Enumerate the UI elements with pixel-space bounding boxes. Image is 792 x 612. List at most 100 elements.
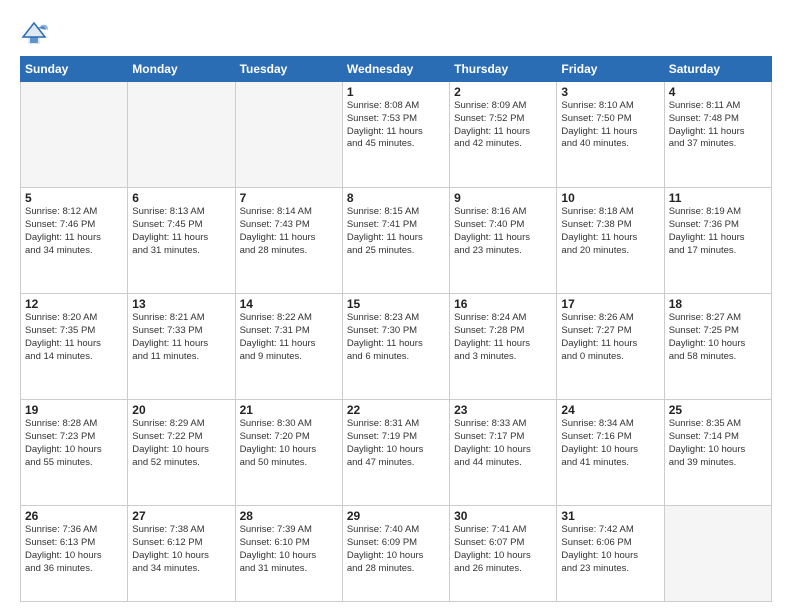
calendar-day-3: 3Sunrise: 8:10 AM Sunset: 7:50 PM Daylig… [557,82,664,188]
calendar-day-25: 25Sunrise: 8:35 AM Sunset: 7:14 PM Dayli… [664,400,771,506]
day-info: Sunrise: 8:27 AM Sunset: 7:25 PM Dayligh… [669,312,767,363]
weekday-header-sunday: Sunday [21,57,128,82]
calendar-day-5: 5Sunrise: 8:12 AM Sunset: 7:46 PM Daylig… [21,188,128,294]
day-info: Sunrise: 8:22 AM Sunset: 7:31 PM Dayligh… [240,312,338,363]
day-number: 1 [347,85,445,99]
calendar-day-14: 14Sunrise: 8:22 AM Sunset: 7:31 PM Dayli… [235,294,342,400]
day-number: 24 [561,403,659,417]
day-info: Sunrise: 7:41 AM Sunset: 6:07 PM Dayligh… [454,524,552,575]
day-info: Sunrise: 8:34 AM Sunset: 7:16 PM Dayligh… [561,418,659,469]
day-number: 4 [669,85,767,99]
weekday-header-thursday: Thursday [450,57,557,82]
calendar-day-28: 28Sunrise: 7:39 AM Sunset: 6:10 PM Dayli… [235,506,342,602]
day-info: Sunrise: 8:19 AM Sunset: 7:36 PM Dayligh… [669,206,767,257]
calendar-table: SundayMondayTuesdayWednesdayThursdayFrid… [20,56,772,602]
calendar-day-29: 29Sunrise: 7:40 AM Sunset: 6:09 PM Dayli… [342,506,449,602]
calendar-week-row: 19Sunrise: 8:28 AM Sunset: 7:23 PM Dayli… [21,400,772,506]
weekday-header-saturday: Saturday [664,57,771,82]
day-number: 13 [132,297,230,311]
calendar-empty [128,82,235,188]
day-info: Sunrise: 8:18 AM Sunset: 7:38 PM Dayligh… [561,206,659,257]
day-number: 16 [454,297,552,311]
day-info: Sunrise: 8:26 AM Sunset: 7:27 PM Dayligh… [561,312,659,363]
day-number: 28 [240,509,338,523]
calendar-day-11: 11Sunrise: 8:19 AM Sunset: 7:36 PM Dayli… [664,188,771,294]
day-info: Sunrise: 8:10 AM Sunset: 7:50 PM Dayligh… [561,100,659,151]
day-number: 30 [454,509,552,523]
day-number: 5 [25,191,123,205]
day-number: 7 [240,191,338,205]
day-info: Sunrise: 8:28 AM Sunset: 7:23 PM Dayligh… [25,418,123,469]
day-info: Sunrise: 7:42 AM Sunset: 6:06 PM Dayligh… [561,524,659,575]
calendar-day-2: 2Sunrise: 8:09 AM Sunset: 7:52 PM Daylig… [450,82,557,188]
calendar-day-26: 26Sunrise: 7:36 AM Sunset: 6:13 PM Dayli… [21,506,128,602]
day-number: 20 [132,403,230,417]
day-info: Sunrise: 8:23 AM Sunset: 7:30 PM Dayligh… [347,312,445,363]
calendar-day-13: 13Sunrise: 8:21 AM Sunset: 7:33 PM Dayli… [128,294,235,400]
weekday-header-tuesday: Tuesday [235,57,342,82]
header [20,18,772,46]
calendar-day-4: 4Sunrise: 8:11 AM Sunset: 7:48 PM Daylig… [664,82,771,188]
day-number: 17 [561,297,659,311]
day-number: 26 [25,509,123,523]
day-info: Sunrise: 8:08 AM Sunset: 7:53 PM Dayligh… [347,100,445,151]
day-number: 19 [25,403,123,417]
day-info: Sunrise: 8:30 AM Sunset: 7:20 PM Dayligh… [240,418,338,469]
day-number: 21 [240,403,338,417]
calendar-day-21: 21Sunrise: 8:30 AM Sunset: 7:20 PM Dayli… [235,400,342,506]
calendar-day-24: 24Sunrise: 8:34 AM Sunset: 7:16 PM Dayli… [557,400,664,506]
day-number: 31 [561,509,659,523]
calendar-day-22: 22Sunrise: 8:31 AM Sunset: 7:19 PM Dayli… [342,400,449,506]
day-number: 25 [669,403,767,417]
logo [20,18,52,46]
day-info: Sunrise: 8:13 AM Sunset: 7:45 PM Dayligh… [132,206,230,257]
weekday-header-wednesday: Wednesday [342,57,449,82]
day-number: 10 [561,191,659,205]
calendar-empty [664,506,771,602]
day-info: Sunrise: 8:20 AM Sunset: 7:35 PM Dayligh… [25,312,123,363]
calendar-day-20: 20Sunrise: 8:29 AM Sunset: 7:22 PM Dayli… [128,400,235,506]
weekday-header-row: SundayMondayTuesdayWednesdayThursdayFrid… [21,57,772,82]
day-info: Sunrise: 8:33 AM Sunset: 7:17 PM Dayligh… [454,418,552,469]
day-number: 18 [669,297,767,311]
day-info: Sunrise: 7:40 AM Sunset: 6:09 PM Dayligh… [347,524,445,575]
day-number: 27 [132,509,230,523]
calendar-day-15: 15Sunrise: 8:23 AM Sunset: 7:30 PM Dayli… [342,294,449,400]
day-number: 23 [454,403,552,417]
weekday-header-monday: Monday [128,57,235,82]
calendar-day-9: 9Sunrise: 8:16 AM Sunset: 7:40 PM Daylig… [450,188,557,294]
calendar-day-31: 31Sunrise: 7:42 AM Sunset: 6:06 PM Dayli… [557,506,664,602]
day-number: 22 [347,403,445,417]
calendar-day-19: 19Sunrise: 8:28 AM Sunset: 7:23 PM Dayli… [21,400,128,506]
day-number: 29 [347,509,445,523]
calendar-day-8: 8Sunrise: 8:15 AM Sunset: 7:41 PM Daylig… [342,188,449,294]
day-info: Sunrise: 7:36 AM Sunset: 6:13 PM Dayligh… [25,524,123,575]
calendar-day-23: 23Sunrise: 8:33 AM Sunset: 7:17 PM Dayli… [450,400,557,506]
day-number: 12 [25,297,123,311]
day-info: Sunrise: 7:38 AM Sunset: 6:12 PM Dayligh… [132,524,230,575]
day-number: 3 [561,85,659,99]
logo-icon [20,18,48,46]
calendar-empty [235,82,342,188]
day-info: Sunrise: 8:15 AM Sunset: 7:41 PM Dayligh… [347,206,445,257]
calendar-day-12: 12Sunrise: 8:20 AM Sunset: 7:35 PM Dayli… [21,294,128,400]
calendar-day-1: 1Sunrise: 8:08 AM Sunset: 7:53 PM Daylig… [342,82,449,188]
day-info: Sunrise: 8:31 AM Sunset: 7:19 PM Dayligh… [347,418,445,469]
day-info: Sunrise: 8:29 AM Sunset: 7:22 PM Dayligh… [132,418,230,469]
weekday-header-friday: Friday [557,57,664,82]
day-number: 8 [347,191,445,205]
day-number: 15 [347,297,445,311]
day-info: Sunrise: 7:39 AM Sunset: 6:10 PM Dayligh… [240,524,338,575]
day-number: 2 [454,85,552,99]
day-info: Sunrise: 8:14 AM Sunset: 7:43 PM Dayligh… [240,206,338,257]
day-number: 9 [454,191,552,205]
calendar-day-7: 7Sunrise: 8:14 AM Sunset: 7:43 PM Daylig… [235,188,342,294]
calendar-day-30: 30Sunrise: 7:41 AM Sunset: 6:07 PM Dayli… [450,506,557,602]
calendar-empty [21,82,128,188]
day-info: Sunrise: 8:12 AM Sunset: 7:46 PM Dayligh… [25,206,123,257]
calendar-day-16: 16Sunrise: 8:24 AM Sunset: 7:28 PM Dayli… [450,294,557,400]
day-info: Sunrise: 8:21 AM Sunset: 7:33 PM Dayligh… [132,312,230,363]
day-info: Sunrise: 8:09 AM Sunset: 7:52 PM Dayligh… [454,100,552,151]
calendar-day-18: 18Sunrise: 8:27 AM Sunset: 7:25 PM Dayli… [664,294,771,400]
calendar-day-10: 10Sunrise: 8:18 AM Sunset: 7:38 PM Dayli… [557,188,664,294]
